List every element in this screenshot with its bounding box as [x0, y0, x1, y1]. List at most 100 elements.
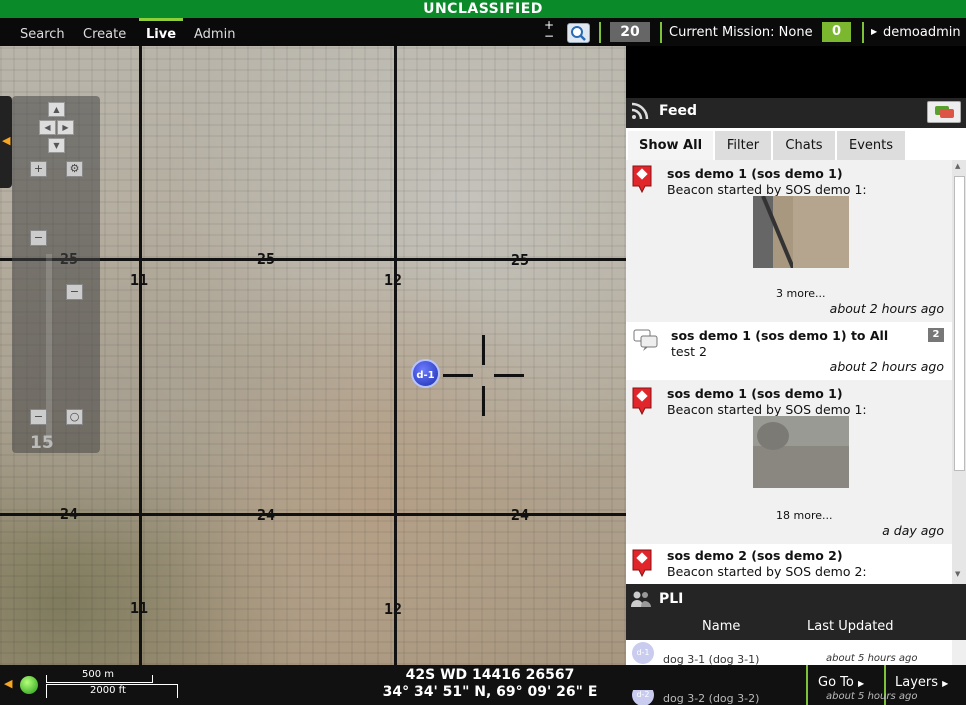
nav-create[interactable]: Create: [83, 18, 126, 46]
right-panel: Feed Show All Filter Chats Events sos de…: [626, 98, 966, 665]
pli-header: PLI: [626, 584, 966, 614]
beacon-pin-icon: [632, 387, 652, 416]
tab-chats[interactable]: Chats: [773, 131, 836, 160]
feed-item-title: sos demo 1 (sos demo 1): [667, 166, 843, 181]
beacon-pin-icon: [632, 549, 652, 578]
feed-item-body: Beacon started by SOS demo 1:: [667, 182, 867, 197]
feed-header: Feed: [626, 98, 966, 128]
scale-imperial: 2000 ft: [90, 685, 126, 696]
beacon-pin-icon: [632, 165, 652, 194]
arrow-left-icon[interactable]: ◀: [4, 677, 12, 690]
grid-line: [394, 46, 397, 665]
people-icon: [631, 591, 651, 607]
feed-item[interactable]: sos demo 1 (sos demo 1) Beacon started b…: [626, 382, 952, 542]
message-count-badge: 2: [928, 328, 944, 342]
cursor-coordinates: 42S WD 14416 26567 34° 34' 51" N, 69° 09…: [360, 667, 620, 701]
pli-row-name: dog 3-1 (dog 3-1): [663, 653, 760, 665]
grid-label: 25: [257, 250, 276, 268]
separator: [599, 22, 601, 43]
feed-list[interactable]: sos demo 1 (sos demo 1) Beacon started b…: [626, 160, 952, 584]
feed-item[interactable]: sos demo 1 (sos demo 1) Beacon started b…: [626, 160, 952, 320]
user-menu-arrow-icon: ▶: [871, 27, 878, 36]
unit-marker[interactable]: d-1: [411, 359, 440, 388]
tab-events[interactable]: Events: [837, 131, 906, 160]
crosshair-icon: [494, 374, 524, 377]
scale-tick: [177, 684, 178, 698]
scroll-down-icon[interactable]: ▼: [955, 570, 960, 578]
rss-icon: [631, 102, 649, 120]
scale-line: [46, 682, 152, 683]
grid-label: 11: [130, 599, 149, 617]
feed-item[interactable]: sos demo 1 (sos demo 1) to All 2 test 2 …: [626, 322, 952, 380]
nav-search[interactable]: Search: [20, 18, 65, 46]
zoom-level: 15: [30, 433, 54, 453]
feed-item-thumbnail[interactable]: [753, 416, 849, 488]
zoom-minus-button[interactable]: −: [30, 230, 47, 246]
grid-label: 24: [511, 506, 530, 524]
pli-row[interactable]: d-2 dog 3-2 (dog 3-2): [626, 690, 796, 705]
layers-label: Layers: [895, 675, 939, 690]
count-badge[interactable]: 20: [610, 22, 650, 42]
scale-bar: 500 m 2000 ft: [46, 665, 180, 705]
zoom-minus-button[interactable]: −: [30, 409, 47, 425]
arrow-left-icon: ◀: [2, 134, 11, 147]
pan-right-button[interactable]: ▶: [57, 120, 74, 135]
pan-up-button[interactable]: ▲: [48, 102, 65, 117]
zoom-out-button[interactable]: −: [543, 30, 555, 43]
tab-filter[interactable]: Filter: [715, 131, 772, 160]
feed-title: Feed: [659, 103, 698, 119]
feed-item-time: about 2 hours ago: [829, 359, 944, 374]
feed-item-title: sos demo 1 (sos demo 1): [667, 386, 843, 401]
pli-title: PLI: [659, 591, 684, 607]
left-panel-toggle[interactable]: ◀: [0, 96, 12, 188]
nav-live[interactable]: Live: [139, 18, 184, 49]
pli-column-headers: Name Last Updated: [626, 614, 966, 640]
feed-item-more-link[interactable]: 18 more...: [776, 509, 832, 522]
pan-left-button[interactable]: ◀: [39, 120, 56, 135]
grid-line: [139, 46, 142, 665]
scrollbar-thumb[interactable]: [954, 176, 965, 471]
reset-button[interactable]: ○: [66, 409, 83, 425]
classification-banner: UNCLASSIFIED: [0, 0, 966, 18]
current-mission[interactable]: Current Mission: None: [669, 18, 813, 46]
feed-item-body: Beacon started by SOS demo 2:: [667, 564, 867, 579]
feed-item-body: test 2: [671, 344, 707, 359]
separator: [862, 22, 864, 43]
crosshair-icon: [482, 386, 485, 416]
feed-scrollbar[interactable]: ▲ ▼: [952, 160, 966, 584]
zoom-minus-button[interactable]: −: [66, 284, 83, 300]
scroll-up-icon[interactable]: ▲: [955, 162, 960, 170]
feed-item-more-link[interactable]: 3 more...: [776, 287, 825, 300]
mgrs-coordinate: 42S WD 14416 26567: [405, 667, 575, 683]
gear-icon: ⚙: [69, 162, 80, 175]
feed-item-time: a day ago: [882, 523, 944, 538]
scale-tick: [46, 675, 47, 683]
avatar: d-2: [632, 690, 654, 705]
search-button[interactable]: [567, 23, 590, 43]
pli-col-updated[interactable]: Last Updated: [807, 619, 894, 634]
search-icon: [571, 26, 586, 41]
feed-tabs: Show All Filter Chats Events: [626, 128, 966, 160]
pli-row-updated: about 5 hours ago: [826, 691, 918, 702]
top-nav-bar: Search Create Live Admin + − 20 Current …: [0, 18, 966, 46]
tab-show-all[interactable]: Show All: [628, 131, 714, 160]
grid-label: 12: [384, 271, 403, 289]
separator: [660, 22, 662, 43]
pli-row-name: dog 3-2 (dog 3-2): [663, 692, 760, 705]
feed-item-body: Beacon started by SOS demo 1:: [667, 402, 867, 417]
user-menu[interactable]: demoadmin: [883, 18, 961, 46]
zoom-plus-button[interactable]: +: [30, 161, 47, 177]
grid-label: 12: [384, 600, 403, 618]
arrow-right-icon: ▶: [858, 679, 865, 688]
pli-col-name[interactable]: Name: [702, 619, 740, 634]
new-chat-button[interactable]: [927, 101, 961, 123]
feed-item-thumbnail[interactable]: [753, 196, 849, 268]
nav-admin[interactable]: Admin: [194, 18, 235, 46]
settings-button[interactable]: ⚙: [66, 161, 83, 177]
mission-count-badge[interactable]: 0: [822, 22, 851, 42]
pli-row[interactable]: d-1 dog 3-1 (dog 3-1) about 5 hours ago: [626, 640, 952, 665]
feed-item[interactable]: sos demo 2 (sos demo 2) Beacon started b…: [626, 544, 952, 584]
scale-tick: [46, 684, 47, 698]
pan-down-button[interactable]: ▼: [48, 138, 65, 153]
chat-icon: [935, 106, 954, 118]
